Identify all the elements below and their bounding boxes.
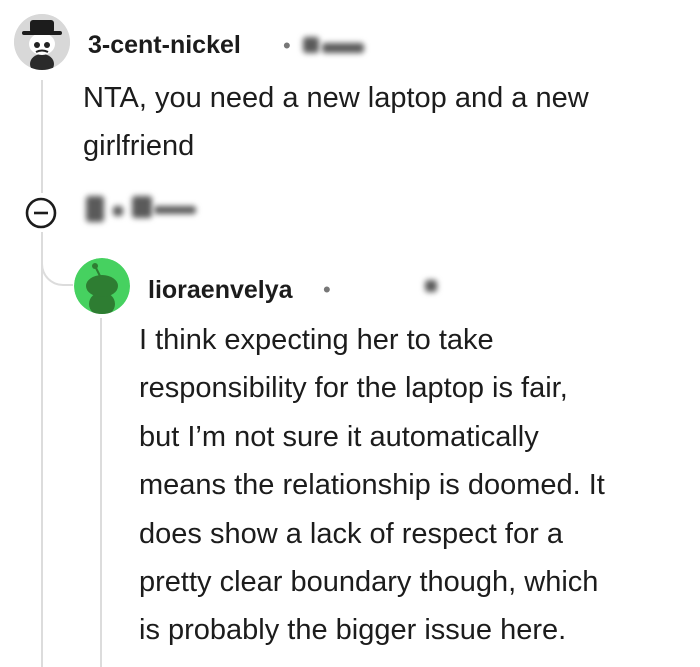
reply-timestamp-redacted (425, 280, 437, 292)
detective-snoo-icon (14, 14, 70, 70)
reply-comment-text-line-5: does show a lack of respect for a (139, 518, 563, 550)
thread-line-reply (100, 318, 102, 667)
parent-timestamp-redacted-2 (322, 43, 364, 53)
minus-circle-icon (25, 197, 57, 229)
reply-comment-text-line-3: but I’m not sure it automatically (139, 421, 539, 453)
green-snoo-icon (74, 258, 130, 314)
thread-branch-curve (41, 248, 73, 286)
reply-comment-text-line-6: pretty clear boundary though, which (139, 566, 599, 598)
parent-comment-text-line-2: girlfriend (83, 130, 195, 162)
reply-comment-text-line-1: I think expecting her to take (139, 324, 494, 356)
reply-separator-dot: • (323, 277, 331, 302)
reply-avatar[interactable] (74, 258, 130, 314)
vote-count-redacted-1 (86, 196, 104, 222)
parent-avatar[interactable] (14, 14, 70, 70)
reply-comment-text-line-2: responsibility for the laptop is fair, (139, 372, 568, 404)
parent-username[interactable]: 3-cent-nickel (88, 31, 241, 60)
vote-count-redacted-2 (113, 206, 123, 216)
collapse-thread-button[interactable] (24, 196, 58, 230)
vote-count-redacted-3 (132, 196, 152, 218)
parent-separator-dot: • (283, 33, 291, 58)
parent-timestamp-redacted (303, 37, 319, 53)
thread-line-parent (41, 80, 43, 193)
thread-line-parent-lower (41, 232, 43, 667)
reply-comment-text-line-4: means the relationship is doomed. It (139, 469, 605, 501)
reply-comment-text-line-7: is probably the bigger issue here. (139, 614, 567, 646)
reply-username[interactable]: lioraenvelya (148, 276, 293, 305)
parent-comment-text-line-1: NTA, you need a new laptop and a new (83, 82, 589, 114)
vote-count-redacted-4 (154, 206, 196, 214)
